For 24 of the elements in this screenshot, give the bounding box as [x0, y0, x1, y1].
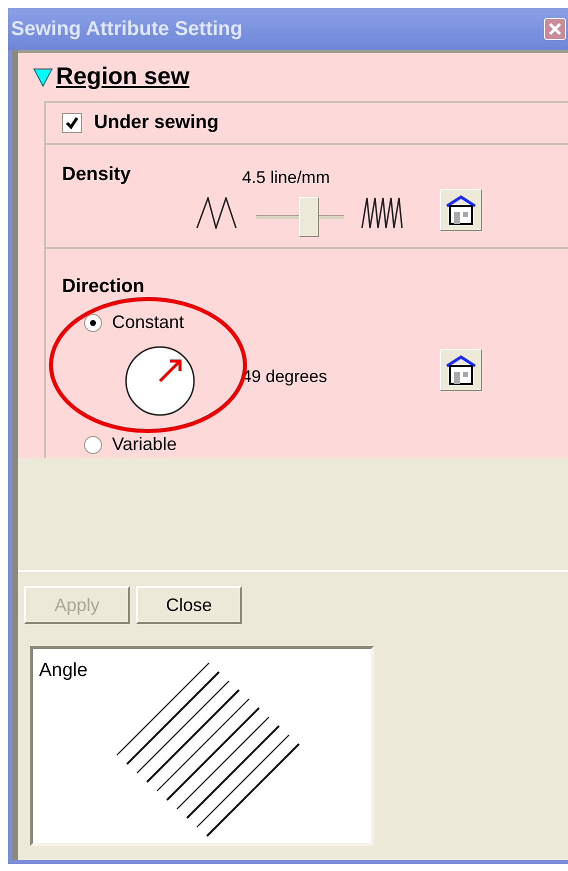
direction-label: Direction	[62, 275, 144, 299]
density-reset-button[interactable]	[440, 189, 482, 231]
slider-thumb[interactable]	[298, 197, 319, 237]
close-icon	[548, 22, 562, 36]
checkbox[interactable]	[62, 113, 82, 133]
density-label: Density	[62, 163, 131, 187]
house-icon	[444, 353, 478, 387]
preview-label: Angle	[39, 659, 88, 683]
radio-label: Variable	[112, 433, 177, 456]
section-title[interactable]: Region sew	[56, 59, 190, 95]
dialog-button[interactable]: Close	[136, 586, 242, 624]
house-icon	[444, 193, 478, 227]
expand-triangle-icon[interactable]	[32, 66, 54, 88]
close-button[interactable]	[544, 18, 566, 40]
dense-zigzag-icon	[361, 197, 403, 229]
direction-reset-button[interactable]	[440, 349, 482, 391]
sparse-zigzag-icon	[196, 197, 238, 229]
checkbox-label: Under sewing	[94, 110, 219, 135]
direction-dial[interactable]	[124, 345, 196, 417]
radio-button[interactable]	[84, 314, 102, 332]
density-reading: 4.5 line/mm	[242, 167, 330, 189]
radio-label: Constant	[112, 311, 184, 334]
radio-button[interactable]	[84, 436, 102, 454]
window-title: Sewing Attribute Setting	[11, 17, 242, 42]
